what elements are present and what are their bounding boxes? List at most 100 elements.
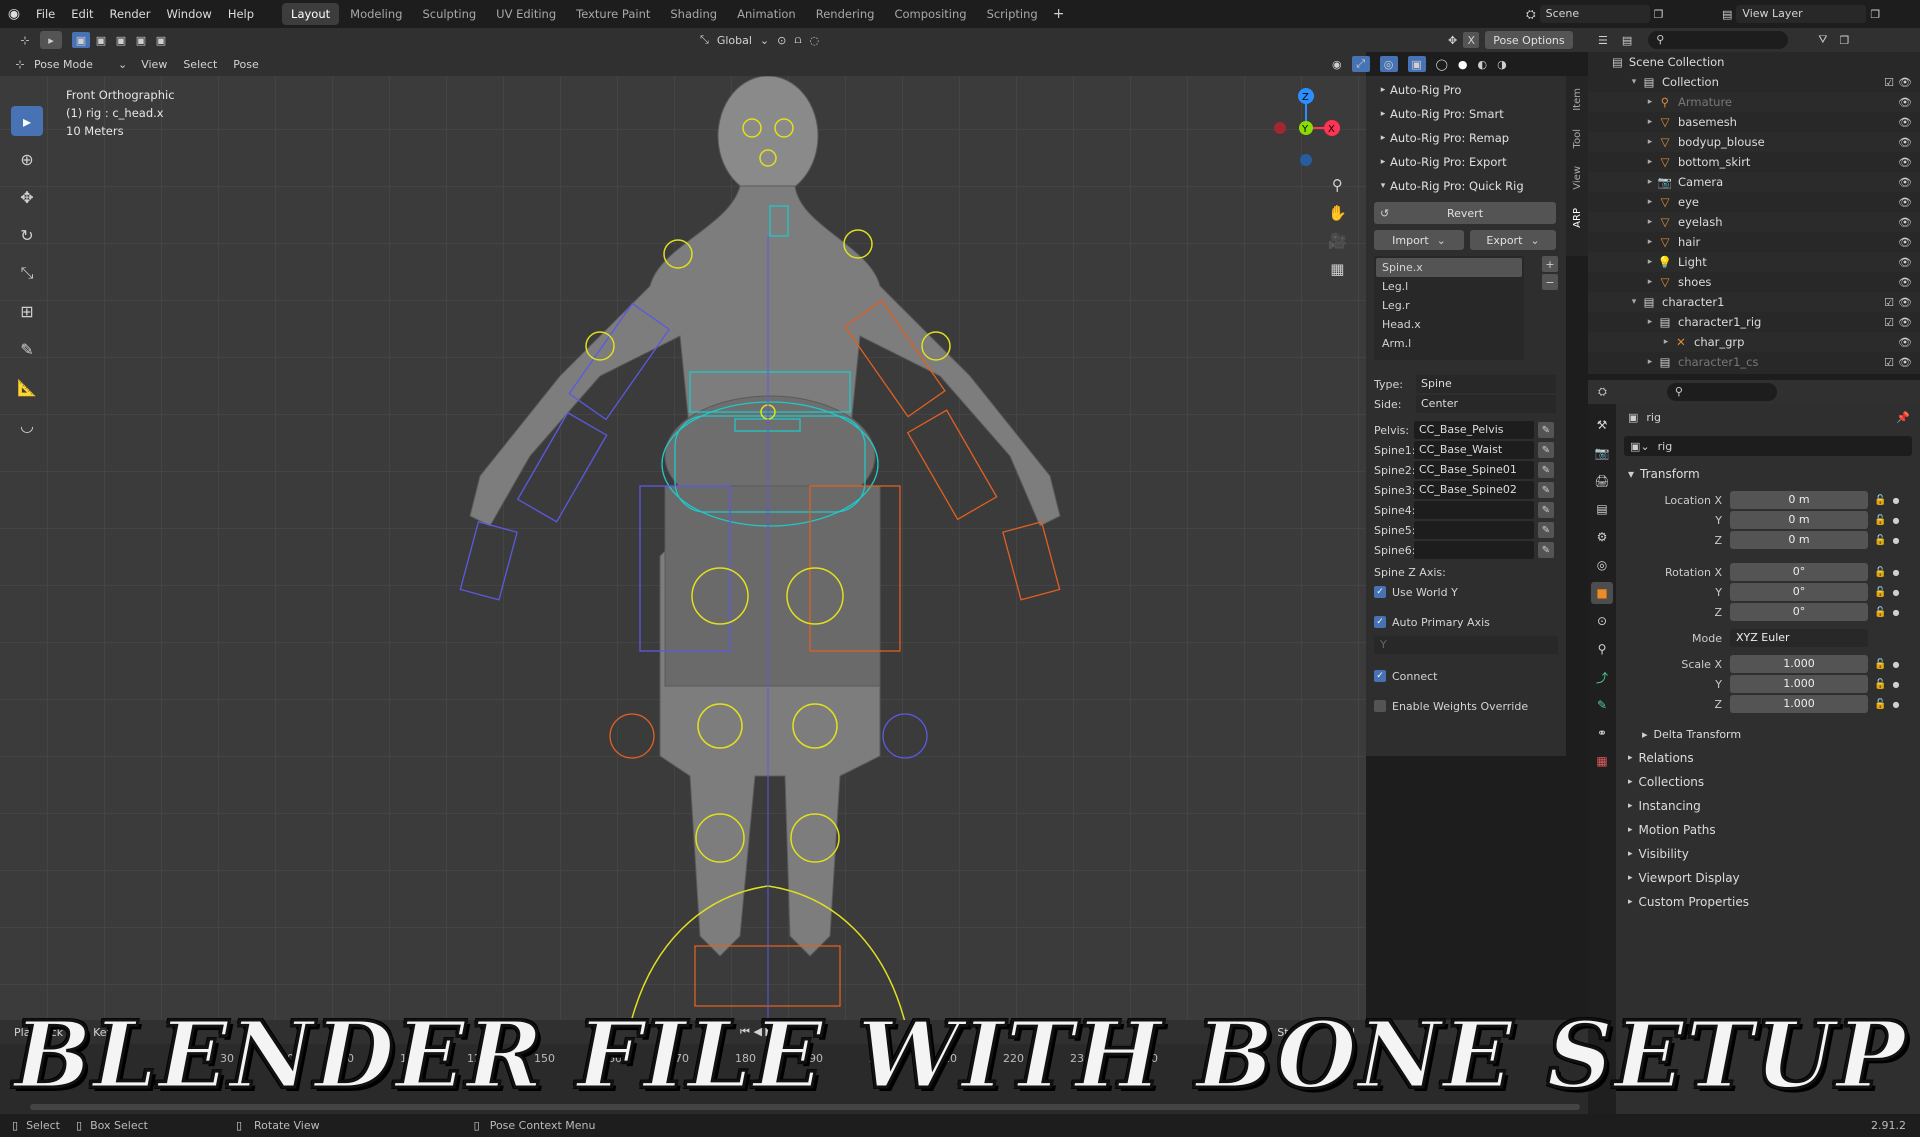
editor-type-icon[interactable]: ⊹ [12, 58, 28, 71]
display-mode-icon[interactable]: ▤ [1622, 34, 1632, 47]
navigation-gizmo[interactable]: Z X Y [1260, 84, 1350, 174]
select-box-tool[interactable]: ▸ [11, 106, 43, 136]
view-layer-tab-icon[interactable]: ▤ [1591, 498, 1613, 520]
eyedropper-icon[interactable]: ✎ [1538, 482, 1554, 498]
bone-field[interactable] [1414, 501, 1534, 519]
keyframe-dot-icon[interactable]: ● [1892, 660, 1899, 669]
select-new-icon[interactable]: ▣ [72, 32, 90, 48]
expand-icon[interactable]: ▸ [1644, 357, 1656, 367]
properties-panel-header[interactable]: ▸ Relations [1616, 746, 1920, 770]
outliner-row[interactable]: ▸ ▽ hair 👁 [1588, 232, 1920, 252]
outliner-row[interactable]: ▸ ▽ shoes 👁 [1588, 272, 1920, 292]
outliner-row[interactable]: ▸ 📷 Camera 👁 [1588, 172, 1920, 192]
visibility-icon[interactable]: ◉ [1332, 58, 1342, 71]
keyframe-dot-icon[interactable]: ● [1892, 700, 1899, 709]
lock-icon[interactable]: 🔓 [1874, 587, 1886, 598]
outliner-row[interactable]: ▸ ▤ character1_rig 👁 ☑ [1588, 312, 1920, 332]
visibility-eye-icon[interactable]: 👁 [1898, 156, 1912, 169]
eyedropper-icon[interactable]: ✎ [1538, 422, 1554, 438]
properties-panel-header[interactable]: ▸ Viewport Display [1616, 866, 1920, 890]
connect-checkbox[interactable]: ✓ Connect [1374, 666, 1558, 686]
properties-panel-header[interactable]: ▸ Custom Properties [1616, 890, 1920, 914]
ortho-grid-icon[interactable]: ▦ [1328, 260, 1347, 278]
tab-scripting[interactable]: Scripting [978, 3, 1047, 25]
measure-tool[interactable]: 📐 [11, 372, 43, 402]
outliner-row[interactable]: ▸ ▽ eye 👁 [1588, 192, 1920, 212]
bone-tab-icon[interactable]: ✎ [1591, 694, 1613, 716]
pose-options-button[interactable]: Pose Options [1485, 31, 1573, 49]
visibility-eye-icon[interactable]: 👁 [1898, 336, 1912, 349]
transform-field[interactable]: 0 m [1730, 491, 1868, 509]
import-button[interactable]: Import ⌄ [1374, 230, 1464, 250]
outliner-row[interactable]: ▾ ▤ Collection 👁 ☑ [1588, 72, 1920, 92]
keyframe-dot-icon[interactable]: ● [1892, 568, 1899, 577]
outliner-row[interactable]: ▾ ▤ character1 👁 ☑ [1588, 292, 1920, 312]
limb-item[interactable]: Leg.r [1376, 296, 1522, 315]
lock-icon[interactable]: 🔓 [1874, 495, 1886, 506]
exclude-checkbox-icon[interactable]: ☑ [1884, 76, 1894, 89]
move-tool[interactable]: ✥ [11, 182, 43, 212]
expand-icon[interactable]: ▸ [1644, 197, 1656, 207]
expand-icon[interactable]: ▾ [1628, 77, 1640, 87]
zoom-icon[interactable]: ⚲ [1328, 176, 1347, 194]
expand-icon[interactable]: ▸ [1644, 257, 1656, 267]
transform-pivot-icon[interactable]: ⊹ [10, 34, 40, 47]
output-tab-icon[interactable]: 🖨 [1591, 470, 1613, 492]
lock-icon[interactable]: 🔓 [1874, 607, 1886, 618]
bone-roll-tool[interactable]: ◡ [11, 410, 43, 440]
menu-help[interactable]: Help [220, 7, 262, 21]
properties-panel-header[interactable]: ▸ Visibility [1616, 842, 1920, 866]
sidebar-tab-view[interactable]: View [1572, 166, 1583, 190]
expand-icon[interactable]: ▸ [1644, 97, 1656, 107]
transform-field[interactable]: 0° [1730, 583, 1868, 601]
copy-scene-icon[interactable]: ❐ [1654, 8, 1664, 21]
camera-view-icon[interactable]: 🎥 [1328, 232, 1347, 250]
keyframe-dot-icon[interactable]: ● [1892, 516, 1899, 525]
visibility-eye-icon[interactable]: 👁 [1898, 116, 1912, 129]
menu-render[interactable]: Render [102, 7, 159, 21]
revert-button[interactable]: ↺ Revert [1374, 202, 1556, 224]
select-extend-icon[interactable]: ▣ [92, 32, 110, 48]
transform-field[interactable]: 1.000 [1730, 675, 1868, 693]
armature-data-tab-icon[interactable]: ⤴ [1591, 666, 1613, 688]
transform-field[interactable]: 0° [1730, 563, 1868, 581]
view-layer-selector[interactable]: ▤ View Layer ❐ [1722, 4, 1918, 24]
transform-field[interactable]: 1.000 [1730, 695, 1868, 713]
arp-section[interactable]: ▾ Auto-Rig Pro: Quick Rig [1366, 174, 1566, 198]
remove-limb-icon[interactable]: − [1542, 274, 1558, 290]
delta-transform-header[interactable]: ▸ Delta Transform [1616, 722, 1920, 746]
properties-search[interactable]: ⚲ [1666, 383, 1777, 401]
viewport-menu-pose[interactable]: Pose [233, 58, 258, 71]
tab-animation[interactable]: Animation [728, 3, 805, 25]
properties-panel-header[interactable]: ▸ Motion Paths [1616, 818, 1920, 842]
outliner-row[interactable]: ▸ 💡 Light 👁 [1588, 252, 1920, 272]
material-shading-icon[interactable]: ◐ [1478, 58, 1488, 71]
expand-icon[interactable]: ▸ [1644, 317, 1656, 327]
properties-editor-icon[interactable]: ⛭ [1598, 385, 1607, 399]
keyframe-dot-icon[interactable]: ● [1892, 496, 1899, 505]
arp-section[interactable]: ▸ Auto-Rig Pro: Remap [1366, 126, 1566, 150]
weights-override-checkbox[interactable]: Enable Weights Override [1374, 696, 1558, 716]
keyframe-dot-icon[interactable]: ● [1892, 608, 1899, 617]
world-tab-icon[interactable]: ◎ [1591, 554, 1613, 576]
eyedropper-icon[interactable]: ✎ [1538, 442, 1554, 458]
side-dropdown[interactable]: Center [1416, 395, 1556, 413]
overlay-icon[interactable]: ◎ [1379, 56, 1398, 72]
scene-tab-icon[interactable]: ⚙ [1591, 526, 1613, 548]
add-workspace-icon[interactable]: + [1053, 6, 1065, 22]
cursor-tool[interactable]: ⊕ [11, 144, 43, 174]
limb-item[interactable]: Leg.l [1376, 277, 1522, 296]
bone-field[interactable]: CC_Base_Spine01 [1414, 461, 1534, 479]
outliner-row[interactable]: ▸ ▤ character1_cs 👁 ☑ [1588, 352, 1920, 372]
copy-layer-icon[interactable]: ❐ [1870, 8, 1880, 21]
tab-compositing[interactable]: Compositing [885, 3, 975, 25]
lock-icon[interactable]: 🔓 [1874, 659, 1886, 670]
expand-icon[interactable]: ▸ [1644, 217, 1656, 227]
expand-icon[interactable]: ▸ [1644, 117, 1656, 127]
keyframe-dot-icon[interactable]: ● [1892, 680, 1899, 689]
keyframe-dot-icon[interactable]: ● [1892, 588, 1899, 597]
outliner-editor-icon[interactable]: ☰ [1598, 34, 1608, 47]
properties-panel-header[interactable]: ▸ Collections [1616, 770, 1920, 794]
select-subtract-icon[interactable]: ▣ [112, 32, 130, 48]
transform-field[interactable]: 1.000 [1730, 655, 1868, 673]
